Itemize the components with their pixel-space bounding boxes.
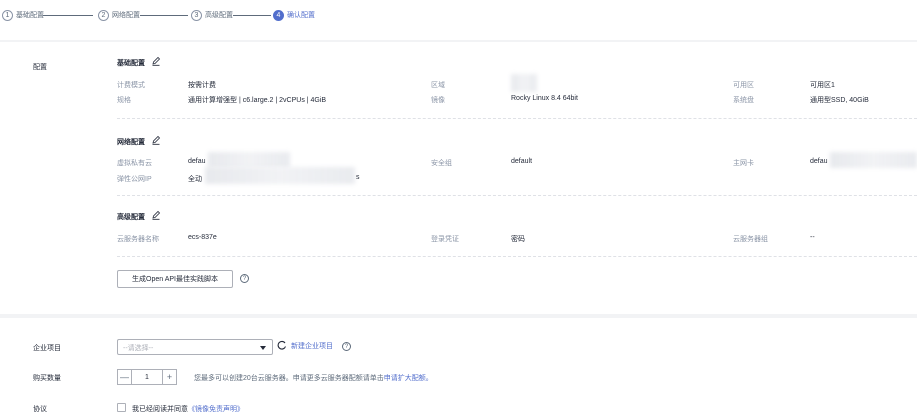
increase-button[interactable]: + (162, 369, 177, 385)
decrease-button[interactable]: — (117, 369, 132, 385)
primary-nic-value: defau (810, 158, 828, 165)
az-value: 可用区1 (810, 82, 835, 89)
image-value: Rocky Linux 8.4 64bit (511, 95, 578, 102)
server-group-value: -- (810, 234, 815, 241)
enterprise-project-placeholder: --请选择-- (123, 345, 154, 352)
disk-label: 系统盘 (733, 97, 754, 104)
login-credential-label: 登录凭证 (431, 236, 459, 243)
vpc-value: defau (188, 158, 206, 165)
vpc-value-redacted (208, 152, 290, 168)
basic-config-title: 基础配置 (117, 60, 145, 67)
image-disclaimer-link[interactable]: 《镜像免责声明》 (188, 406, 244, 413)
network-config-title: 网络配置 (117, 139, 145, 146)
step-confirm[interactable]: 4 确认配置 (273, 8, 315, 22)
step-label: 确认配置 (287, 12, 315, 19)
quantity-note-text: 您最多可以创建20台云服务器。申请更多云服务器配额请单击 (194, 375, 384, 382)
step-advanced[interactable]: 3 高级配置 (191, 8, 233, 22)
server-group-label: 云服务器组 (733, 236, 768, 243)
flavor-value: 通用计算增强型 | c6.large.2 | 2vCPUs | 4GiB (188, 97, 327, 104)
quantity-stepper: — 1 + (117, 369, 177, 385)
agreement-checkbox[interactable] (117, 403, 126, 412)
flavor-label: 规格 (117, 97, 131, 104)
step-connector (43, 15, 93, 16)
server-name-label: 云服务器名称 (117, 236, 159, 243)
agreement-text-wrap: 我已经阅读并同意《镜像免责声明》 (132, 404, 244, 414)
billing-mode-label: 计费模式 (117, 82, 145, 89)
new-enterprise-project-link[interactable]: 新建企业项目 (291, 341, 333, 351)
security-group-value: default (511, 158, 533, 165)
vpc-label: 虚拟私有云 (117, 160, 152, 167)
divider (117, 195, 917, 196)
eip-value-redacted (205, 167, 355, 184)
edit-icon[interactable] (151, 56, 161, 66)
purchase-options-panel (0, 318, 917, 418)
az-label: 可用区 (733, 82, 754, 89)
billing-mode-value: 按需计费 (188, 82, 216, 89)
nic-value-redacted (830, 152, 917, 168)
agreement-text: 我已经阅读并同意 (132, 406, 188, 413)
step-number: 3 (191, 9, 202, 21)
step-basic[interactable]: 1 基础配置 (2, 8, 44, 22)
disk-value: 通用型SSD, 40GiB (810, 97, 869, 104)
step-number: 4 (273, 9, 284, 21)
primary-nic-label: 主网卡 (733, 160, 754, 167)
enterprise-project-label: 企业项目 (33, 345, 61, 352)
enterprise-project-select[interactable]: --请选择-- (117, 339, 273, 355)
edit-icon[interactable] (151, 135, 161, 145)
config-section-label: 配置 (33, 64, 47, 71)
step-label: 网络配置 (112, 12, 140, 19)
region-label: 区域 (431, 82, 445, 89)
request-quota-link[interactable]: 申请扩大配额。 (384, 375, 433, 382)
eip-value: 全动 (188, 176, 202, 183)
edit-icon[interactable] (151, 210, 161, 220)
refresh-icon[interactable] (277, 340, 287, 350)
quantity-label: 购买数量 (33, 375, 61, 382)
chevron-down-icon (260, 346, 266, 350)
login-credential-value: 密码 (511, 236, 525, 243)
advanced-config-title: 高级配置 (117, 214, 145, 221)
quantity-note: 您最多可以创建20台云服务器。申请更多云服务器配额请单击申请扩大配额。 (194, 373, 433, 383)
agreement-label: 协议 (33, 406, 47, 413)
step-label: 基础配置 (16, 12, 44, 19)
divider (117, 256, 917, 257)
help-icon[interactable]: ? (240, 274, 249, 283)
generate-api-script-button[interactable]: 生成Open API最佳实践脚本 (117, 270, 233, 288)
step-label: 高级配置 (205, 12, 233, 19)
eip-label: 弹性公网IP (117, 176, 152, 183)
server-name-value: ecs-837e (188, 234, 217, 241)
step-number: 1 (2, 9, 13, 21)
eip-value-suffix: s (356, 174, 360, 181)
step-connector (233, 15, 271, 16)
help-icon[interactable]: ? (342, 342, 351, 351)
step-connector (140, 15, 188, 16)
security-group-label: 安全组 (431, 160, 452, 167)
image-label: 镜像 (431, 97, 445, 104)
step-number: 2 (98, 9, 109, 21)
step-network[interactable]: 2 网络配置 (98, 8, 140, 22)
quantity-input[interactable]: 1 (132, 369, 162, 385)
region-value-redacted (511, 74, 537, 92)
divider (117, 118, 917, 119)
step-bar: 1 基础配置 2 网络配置 3 高级配置 4 确认配置 (0, 0, 917, 40)
